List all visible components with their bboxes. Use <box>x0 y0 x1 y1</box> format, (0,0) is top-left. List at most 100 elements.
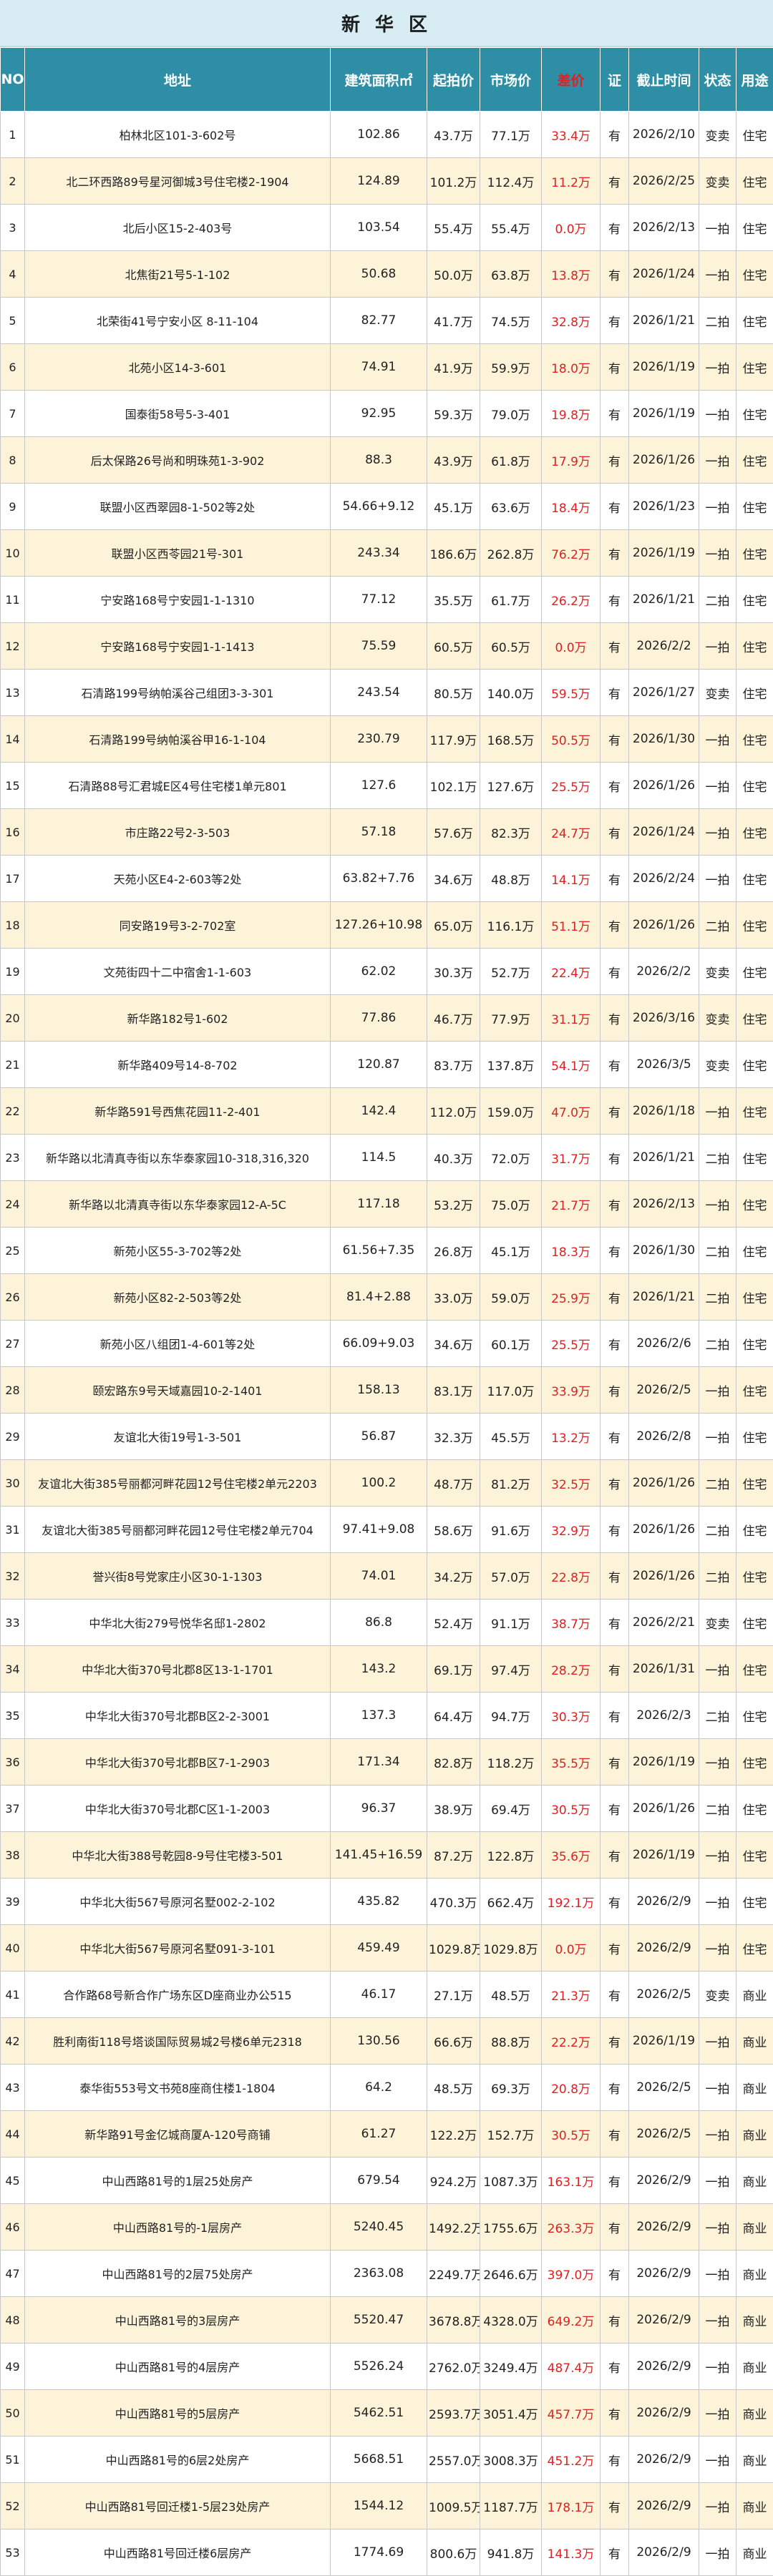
cell-address: 中山西路81号的5层房产 <box>25 2390 331 2437</box>
cell-no: 29 <box>1 1414 25 1460</box>
table-body: 1柏林北区101-3-602号102.8643.7万77.1万33.4万有202… <box>1 112 773 2576</box>
table-row: 18同安路19号3-2-702室127.26+10.9865.0万116.1万5… <box>1 902 773 949</box>
cell-start-price: 69.1万 <box>427 1646 480 1693</box>
cell-certificate: 有 <box>601 1786 629 1832</box>
cell-usage: 住宅 <box>736 1414 773 1460</box>
cell-price-difference: 47.0万 <box>542 1088 601 1135</box>
cell-no: 14 <box>1 716 25 763</box>
cell-usage: 住宅 <box>736 1181 773 1228</box>
cell-address: 胜利南街118号塔谈国际贸易城2号楼6单元2318 <box>25 2018 331 2065</box>
cell-certificate: 有 <box>601 949 629 995</box>
cell-area: 82.77 <box>331 298 427 344</box>
cell-deadline: 2026/2/9 <box>629 2390 699 2437</box>
cell-usage: 住宅 <box>736 1600 773 1646</box>
cell-area: 5526.24 <box>331 2344 427 2390</box>
cell-market-price: 117.0万 <box>480 1367 542 1414</box>
cell-no: 28 <box>1 1367 25 1414</box>
cell-market-price: 262.8万 <box>480 530 542 577</box>
cell-no: 41 <box>1 1972 25 2018</box>
cell-start-price: 57.6万 <box>427 809 480 856</box>
cell-usage: 住宅 <box>736 623 773 670</box>
cell-address: 新苑小区82-2-503等2处 <box>25 1274 331 1321</box>
cell-certificate: 有 <box>601 1739 629 1786</box>
cell-area: 64.2 <box>331 2065 427 2111</box>
cell-status: 二拍 <box>699 1786 736 1832</box>
cell-deadline: 2026/2/9 <box>629 2204 699 2251</box>
table-row: 12宁安路168号宁安园1-1-141375.5960.5万60.5万0.0万有… <box>1 623 773 670</box>
cell-no: 48 <box>1 2297 25 2344</box>
cell-deadline: 2026/1/26 <box>629 1786 699 1832</box>
cell-market-price: 3249.4万 <box>480 2344 542 2390</box>
table-row: 27新苑小区八组团1-4-601等2处66.09+9.0334.6万60.1万2… <box>1 1321 773 1367</box>
cell-area: 158.13 <box>331 1367 427 1414</box>
cell-market-price: 137.8万 <box>480 1042 542 1088</box>
cell-area: 1544.12 <box>331 2483 427 2530</box>
cell-status: 一拍 <box>699 484 736 530</box>
cell-deadline: 2026/2/24 <box>629 856 699 902</box>
cell-address: 北苑小区14-3-601 <box>25 344 331 391</box>
cell-price-difference: 35.5万 <box>542 1739 601 1786</box>
header-certificate: 证 <box>601 48 629 112</box>
cell-deadline: 2026/1/26 <box>629 1553 699 1600</box>
cell-price-difference: 649.2万 <box>542 2297 601 2344</box>
cell-no: 33 <box>1 1600 25 1646</box>
cell-price-difference: 487.4万 <box>542 2344 601 2390</box>
cell-certificate: 有 <box>601 158 629 205</box>
cell-market-price: 79.0万 <box>480 391 542 437</box>
cell-area: 63.82+7.76 <box>331 856 427 902</box>
cell-status: 二拍 <box>699 1460 736 1507</box>
cell-market-price: 45.5万 <box>480 1414 542 1460</box>
cell-price-difference: 451.2万 <box>542 2437 601 2483</box>
cell-area: 120.87 <box>331 1042 427 1088</box>
cell-usage: 商业 <box>736 1972 773 2018</box>
cell-market-price: 57.0万 <box>480 1553 542 1600</box>
cell-no: 32 <box>1 1553 25 1600</box>
table-row: 41合作路68号新合作广场东区D座商业办公51546.1727.1万48.5万2… <box>1 1972 773 2018</box>
cell-market-price: 140.0万 <box>480 670 542 716</box>
table-row: 45中山西路81号的1层25处房产679.54924.2万1087.3万163.… <box>1 2158 773 2204</box>
cell-deadline: 2026/1/27 <box>629 670 699 716</box>
cell-start-price: 87.2万 <box>427 1832 480 1879</box>
cell-area: 137.3 <box>331 1693 427 1739</box>
cell-usage: 住宅 <box>736 1832 773 1879</box>
cell-usage: 住宅 <box>736 298 773 344</box>
cell-area: 100.2 <box>331 1460 427 1507</box>
table-row: 17天苑小区E4-2-603等2处63.82+7.7634.6万48.8万14.… <box>1 856 773 902</box>
cell-price-difference: 50.5万 <box>542 716 601 763</box>
cell-usage: 住宅 <box>736 1739 773 1786</box>
cell-market-price: 4328.0万 <box>480 2297 542 2344</box>
cell-address: 颐宏路东9号天域嘉园10-2-1401 <box>25 1367 331 1414</box>
cell-usage: 住宅 <box>736 344 773 391</box>
cell-status: 变卖 <box>699 1972 736 2018</box>
cell-no: 2 <box>1 158 25 205</box>
cell-status: 二拍 <box>699 1693 736 1739</box>
cell-price-difference: 0.0万 <box>542 623 601 670</box>
property-table: NO 地址 建筑面积㎡ 起拍价 市场价 差价 证 截止时间 状态 用途 1柏林北… <box>0 47 773 2576</box>
cell-usage: 住宅 <box>736 902 773 949</box>
cell-start-price: 26.8万 <box>427 1228 480 1274</box>
cell-status: 二拍 <box>699 1321 736 1367</box>
cell-no: 27 <box>1 1321 25 1367</box>
cell-usage: 住宅 <box>736 1088 773 1135</box>
table-row: 48中山西路81号的3层房产5520.473678.8万4328.0万649.2… <box>1 2297 773 2344</box>
cell-address: 合作路68号新合作广场东区D座商业办公515 <box>25 1972 331 2018</box>
table-row: 36中华北大街370号北郡B区7-1-2903171.3482.8万118.2万… <box>1 1739 773 1786</box>
cell-address: 柏林北区101-3-602号 <box>25 112 331 158</box>
cell-area: 81.4+2.88 <box>331 1274 427 1321</box>
cell-status: 二拍 <box>699 577 736 623</box>
cell-certificate: 有 <box>601 1321 629 1367</box>
cell-no: 11 <box>1 577 25 623</box>
cell-area: 2363.08 <box>331 2251 427 2297</box>
cell-address: 友谊北大街19号1-3-501 <box>25 1414 331 1460</box>
cell-no: 5 <box>1 298 25 344</box>
cell-deadline: 2026/2/9 <box>629 1879 699 1925</box>
cell-area: 56.87 <box>331 1414 427 1460</box>
cell-market-price: 2646.6万 <box>480 2251 542 2297</box>
cell-certificate: 有 <box>601 1135 629 1181</box>
cell-no: 39 <box>1 1879 25 1925</box>
cell-start-price: 35.5万 <box>427 577 480 623</box>
cell-area: 96.37 <box>331 1786 427 1832</box>
cell-price-difference: 30.5万 <box>542 2111 601 2158</box>
cell-start-price: 43.9万 <box>427 437 480 484</box>
cell-price-difference: 14.1万 <box>542 856 601 902</box>
